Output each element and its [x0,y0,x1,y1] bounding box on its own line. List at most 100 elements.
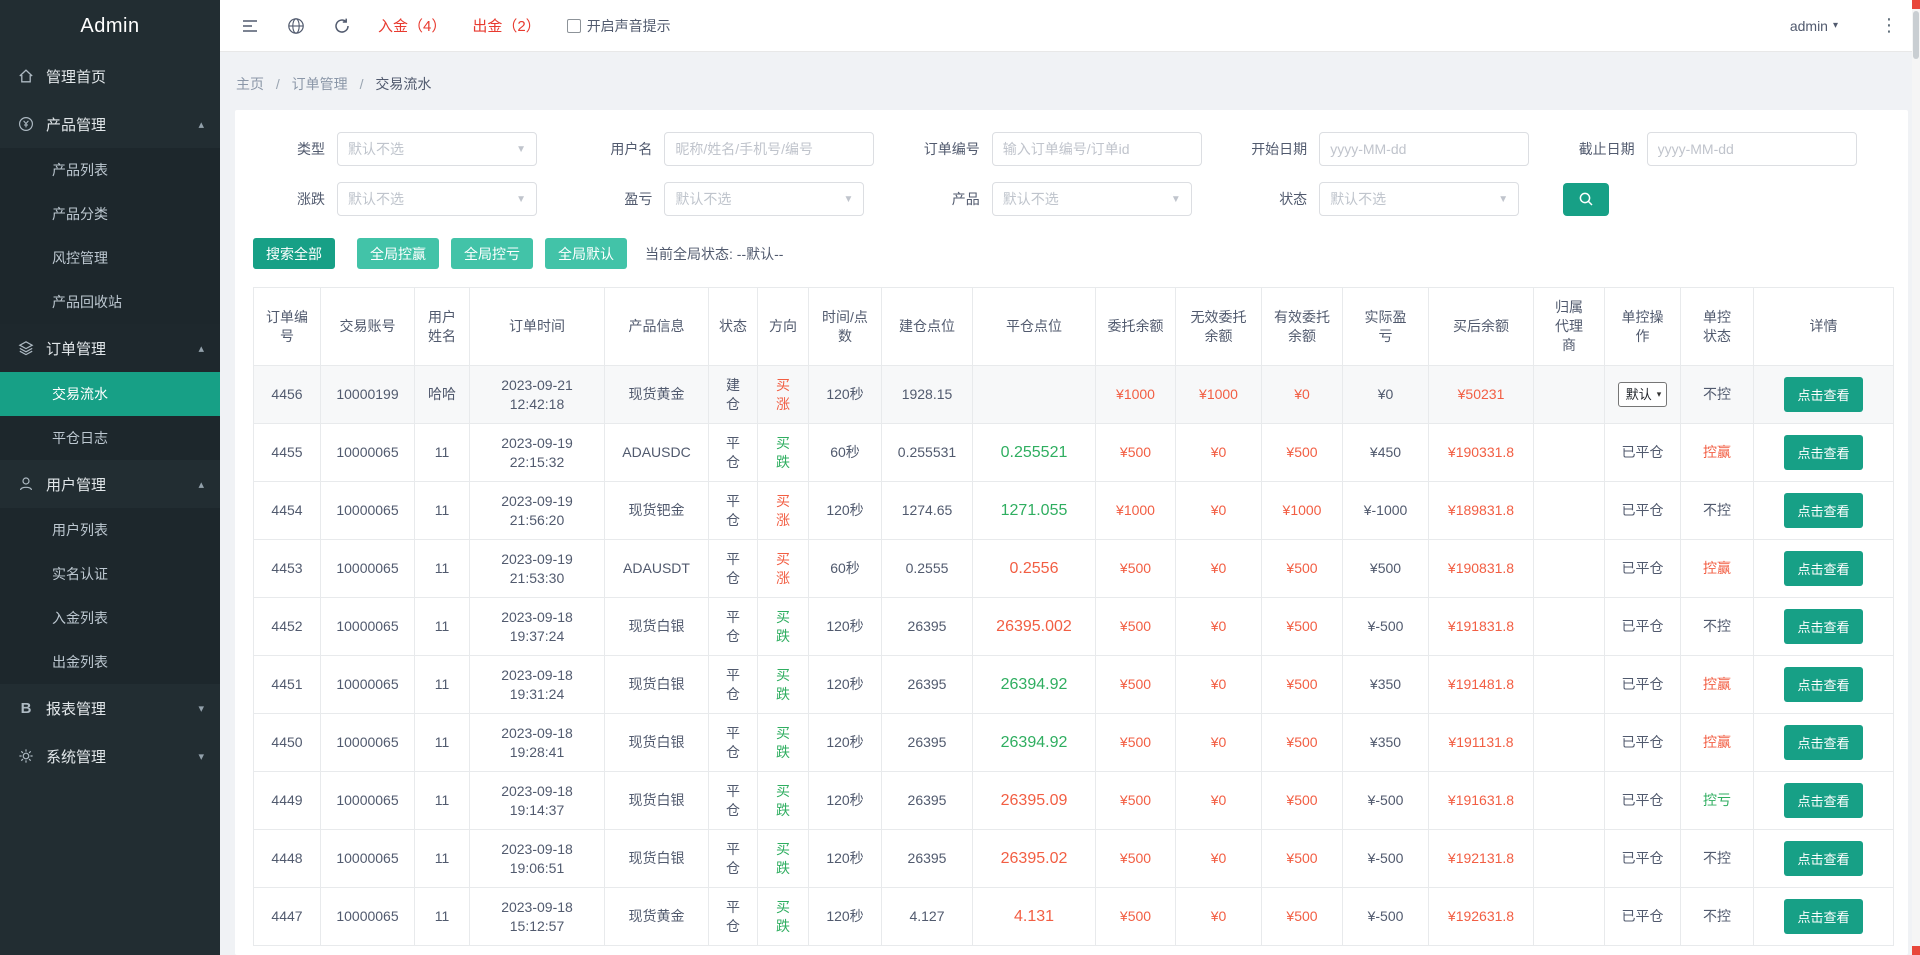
cell: 已平仓 [1605,424,1681,482]
filter-label: 订单编号 [908,139,980,159]
filter-order-no: 订单编号 [908,132,1235,166]
cell: 11 [415,598,470,656]
sidebar-item-trade-flow[interactable]: 交易流水 [0,372,220,416]
scroll-up-arrow[interactable] [1912,0,1920,9]
sidebar-toggle-icon[interactable] [240,16,260,36]
chevron-down-icon: ▼ [516,194,526,205]
view-detail-button[interactable]: 点击查看 [1784,435,1862,470]
cell: 1271.055 [973,482,1096,540]
cell: 平仓 [709,482,758,540]
view-detail-button[interactable]: 点击查看 [1784,783,1862,818]
order-no-input[interactable] [992,132,1202,166]
sidebar-item-system[interactable]: 系统管理 ▾ [0,732,220,780]
cell: ¥0 [1343,366,1429,424]
sidebar-item-close-log[interactable]: 平仓日志 [0,416,220,460]
type-select[interactable]: 默认不选 ▼ [337,132,537,166]
global-actions: 搜索全部 全局控赢 全局控亏 全局默认 当前全局状态: --默认-- [253,238,1890,269]
end-date-input[interactable] [1647,132,1857,166]
search-button[interactable] [1563,183,1609,216]
status-select[interactable]: 默认不选 ▼ [1319,182,1519,216]
deposit-count-link[interactable]: 入金（4） [378,15,446,36]
sidebar-item-products[interactable]: 产品管理 ▴ [0,100,220,148]
scrollbar[interactable] [1912,0,1920,955]
sidebar-item-orders[interactable]: 订单管理 ▴ [0,324,220,372]
sidebar-item-withdraw-list[interactable]: 出金列表 [0,640,220,684]
select-value: 默认不选 [1330,189,1386,209]
withdraw-count-link[interactable]: 出金（2） [472,15,540,36]
view-detail-button[interactable]: 点击查看 [1784,667,1862,702]
scroll-down-arrow[interactable] [1912,946,1920,955]
sidebar-item-reports[interactable]: B 报表管理 ▾ [0,684,220,732]
cell: 现货白银 [605,598,709,656]
sidebar-item-user-list[interactable]: 用户列表 [0,508,220,552]
cell: 2023-09-21 12:42:18 [470,366,605,424]
view-detail-button[interactable]: 点击查看 [1784,841,1862,876]
chevron-down-icon: ▾ [1657,388,1662,400]
user-menu[interactable]: admin ▾ [1790,18,1838,34]
cell: 26394.92 [973,714,1096,772]
row-control-select[interactable]: 默认▾ [1618,382,1668,408]
updown-select[interactable]: 默认不选 ▼ [337,182,537,216]
cell: 不控 [1681,598,1754,656]
sidebar-item-home[interactable]: 管理首页 [0,52,220,100]
sidebar-item-product-list[interactable]: 产品列表 [0,148,220,192]
refresh-icon[interactable] [332,16,352,36]
filter-label: 截止日期 [1563,139,1635,159]
cell: 10000065 [321,830,415,888]
view-detail-button[interactable]: 点击查看 [1784,551,1862,586]
chevron-up-icon: ▴ [198,478,204,491]
global-default-button[interactable]: 全局默认 [545,238,627,269]
view-detail-button[interactable]: 点击查看 [1784,493,1862,528]
cell: 120秒 [809,772,882,830]
sound-checkbox[interactable] [567,19,581,33]
sidebar-item-label: 系统管理 [46,746,188,767]
filter-label: 用户名 [580,139,652,159]
cell: 120秒 [809,714,882,772]
cell: 已平仓 [1605,830,1681,888]
global-win-button[interactable]: 全局控赢 [357,238,439,269]
view-detail-button[interactable]: 点击查看 [1784,899,1862,934]
cell: ¥500 [1096,598,1176,656]
cell: 买跌 [758,656,809,714]
global-lose-button[interactable]: 全局控亏 [451,238,533,269]
profit-select[interactable]: 默认不选 ▼ [664,182,864,216]
cell: 4454 [254,482,321,540]
cell: ¥500 [1262,540,1343,598]
table-row: 445410000065112023-09-19 21:56:20现货钯金平仓买… [254,482,1894,540]
sidebar-item-users[interactable]: 用户管理 ▴ [0,460,220,508]
breadcrumb-home[interactable]: 主页 [236,76,264,92]
product-select[interactable]: 默认不选 ▼ [992,182,1192,216]
sidebar-item-risk-control[interactable]: 风控管理 [0,236,220,280]
scrollbar-thumb[interactable] [1913,11,1919,59]
breadcrumb-orders[interactable]: 订单管理 [292,76,348,92]
username: admin [1790,18,1828,34]
cell: 点击查看 [1754,714,1894,772]
sound-toggle[interactable]: 开启声音提示 [567,16,671,36]
cell: 买跌 [758,424,809,482]
sidebar-item-label: 订单管理 [46,338,188,359]
view-detail-button[interactable]: 点击查看 [1784,725,1862,760]
cell: 1274.65 [882,482,973,540]
cell: 11 [415,714,470,772]
cell: 11 [415,772,470,830]
chevron-up-icon: ▴ [198,118,204,131]
cell: ¥0 [1176,540,1262,598]
more-options-icon[interactable]: ⋮ [1880,15,1898,36]
sidebar-item-product-category[interactable]: 产品分类 [0,192,220,236]
cell: 11 [415,540,470,598]
username-input[interactable] [664,132,874,166]
sidebar-item-product-recycle[interactable]: 产品回收站 [0,280,220,324]
sidebar-item-deposit-list[interactable]: 入金列表 [0,596,220,640]
language-globe-icon[interactable] [286,16,306,36]
cell: 10000065 [321,772,415,830]
filter-label: 盈亏 [580,189,652,209]
start-date-input[interactable] [1319,132,1529,166]
cell [1534,830,1605,888]
cell: 点击查看 [1754,772,1894,830]
sidebar-item-kyc[interactable]: 实名认证 [0,552,220,596]
cell: 4456 [254,366,321,424]
view-detail-button[interactable]: 点击查看 [1784,377,1862,412]
chevron-up-icon: ▴ [198,342,204,355]
search-all-button[interactable]: 搜索全部 [253,238,335,269]
view-detail-button[interactable]: 点击查看 [1784,609,1862,644]
